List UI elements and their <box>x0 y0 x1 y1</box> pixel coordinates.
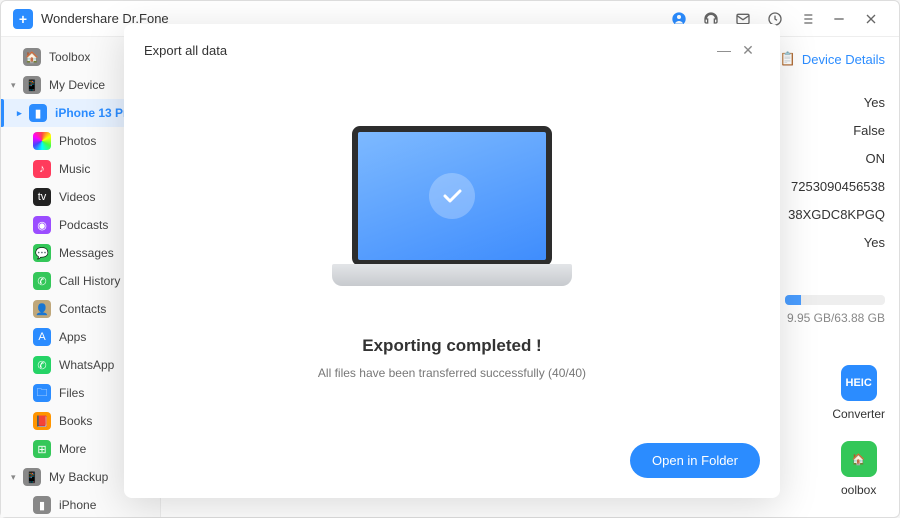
close-button[interactable] <box>857 5 885 33</box>
open-folder-button[interactable]: Open in Folder <box>630 443 760 478</box>
laptop-screen <box>352 126 552 266</box>
heic-icon: HEIC <box>841 365 877 401</box>
tool-label: Converter <box>832 407 885 421</box>
sidebar-item-label: Contacts <box>59 302 106 316</box>
storage-bar <box>785 295 885 305</box>
export-heading: Exporting completed ! <box>362 336 541 356</box>
more-icon: ⊞ <box>33 440 51 458</box>
tool-label: oolbox <box>841 483 876 497</box>
storage-block: 9.95 GB/63.88 GB <box>785 295 885 325</box>
iphone-icon: ▮ <box>33 496 51 514</box>
modal-body: Exporting completed ! All files have bee… <box>144 62 760 443</box>
tool-heic[interactable]: HEIC Converter <box>832 365 885 421</box>
books-icon: 📕 <box>33 412 51 430</box>
sidebar-item-label: Books <box>59 414 92 428</box>
list-icon[interactable] <box>793 5 821 33</box>
chevron-right-icon: ▸ <box>17 108 27 119</box>
details-icon: 📋 <box>780 51 796 67</box>
sidebar-item-label: Messages <box>59 246 114 260</box>
sidebar-item-label: More <box>59 442 86 456</box>
sidebar-item-label: Videos <box>59 190 95 204</box>
files-icon: 🗀 <box>33 384 51 402</box>
tool-toolbox[interactable]: 🏠 oolbox <box>832 441 885 497</box>
videos-icon: tv <box>33 188 51 206</box>
apps-icon: A <box>33 328 51 346</box>
toolbox-tool-icon: 🏠 <box>841 441 877 477</box>
phone-icon: ✆ <box>33 272 51 290</box>
phone-icon: ▮ <box>29 104 47 122</box>
sidebar-item-label: WhatsApp <box>59 358 114 372</box>
minimize-button[interactable] <box>825 5 853 33</box>
sidebar-item-label: Call History <box>59 274 120 288</box>
photos-icon <box>33 132 51 150</box>
device-details-label: Device Details <box>802 52 885 67</box>
sidebar-item-label: Podcasts <box>59 218 108 232</box>
modal-minimize-button[interactable]: — <box>712 38 736 62</box>
music-icon: ♪ <box>33 160 51 178</box>
sidebar-item-label: Toolbox <box>49 50 90 64</box>
whatsapp-icon: ✆ <box>33 356 51 374</box>
podcasts-icon: ◉ <box>33 216 51 234</box>
info-value: False <box>788 117 885 145</box>
contacts-icon: 👤 <box>33 300 51 318</box>
laptop-illustration <box>332 126 572 306</box>
modal-title: Export all data <box>144 43 227 58</box>
sidebar-item-label: iPhone <box>59 498 96 512</box>
export-modal: Export all data — ✕ Exporting completed … <box>124 24 780 498</box>
chevron-down-icon: ▾ <box>11 80 21 91</box>
sidebar-item-label: My Device <box>49 78 105 92</box>
chevron-down-icon: ▾ <box>11 472 21 483</box>
sidebar-item-label: My Backup <box>49 470 108 484</box>
laptop-base <box>332 264 572 286</box>
storage-fill <box>785 295 801 305</box>
info-value: ON <box>788 145 885 173</box>
backup-icon: 📱 <box>23 468 41 486</box>
toolbox-icon: 🏠 <box>23 48 41 66</box>
info-value: 7253090456538 <box>788 173 885 201</box>
app-logo: + <box>13 9 33 29</box>
storage-text: 9.95 GB/63.88 GB <box>785 311 885 325</box>
info-value: Yes <box>788 89 885 117</box>
device-info: Yes False ON 7253090456538 38XGDC8KPGQ Y… <box>788 89 885 257</box>
info-value: Yes <box>788 229 885 257</box>
check-icon <box>429 173 475 219</box>
sidebar-item-label: Files <box>59 386 84 400</box>
tools-panel: HEIC Converter 🏠 oolbox <box>832 365 885 497</box>
device-details-link[interactable]: 📋 Device Details <box>780 51 885 67</box>
export-subtext: All files have been transferred successf… <box>318 366 586 380</box>
modal-close-button[interactable]: ✕ <box>736 38 760 62</box>
sidebar-item-label: Apps <box>59 330 86 344</box>
modal-footer: Open in Folder <box>144 443 760 478</box>
device-icon: 📱 <box>23 76 41 94</box>
modal-header: Export all data — ✕ <box>144 38 760 62</box>
messages-icon: 💬 <box>33 244 51 262</box>
sidebar-item-label: Photos <box>59 134 96 148</box>
info-value: 38XGDC8KPGQ <box>788 201 885 229</box>
sidebar-item-label: Music <box>59 162 90 176</box>
